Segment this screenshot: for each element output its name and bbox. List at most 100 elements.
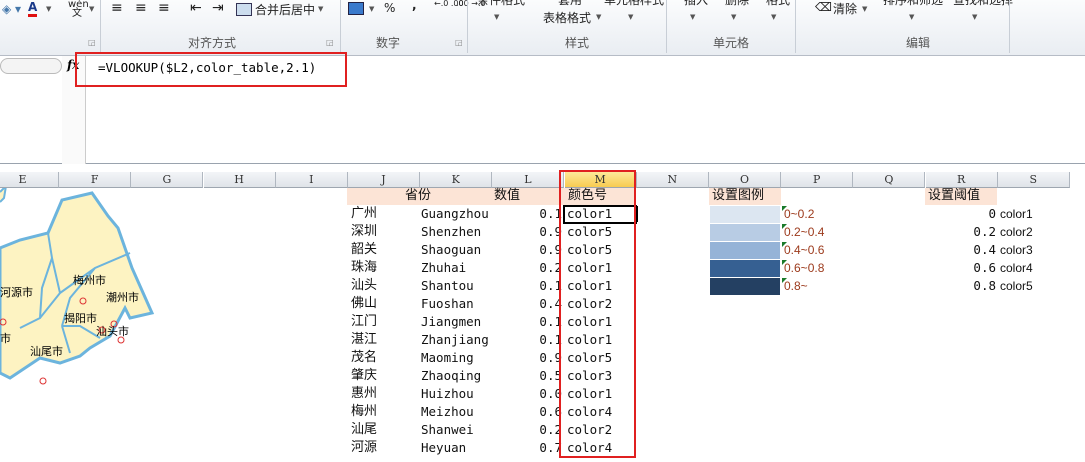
legend-range[interactable]: 0.6~0.8 bbox=[784, 259, 824, 277]
cell-province-cn[interactable]: 湛江 bbox=[351, 331, 377, 349]
column-header-N[interactable]: N bbox=[636, 172, 709, 188]
phonetic-icon[interactable]: wén 文 bbox=[68, 0, 89, 19]
cell-province-en[interactable]: Zhanjiang bbox=[421, 331, 491, 349]
threshold-value[interactable]: 0.2 bbox=[940, 223, 996, 241]
cell-value[interactable]: 0.9 bbox=[520, 223, 562, 241]
threshold-color[interactable]: color2 bbox=[1000, 223, 1033, 241]
cell-province-en[interactable]: Maoming bbox=[421, 349, 491, 367]
cell-value[interactable]: 0.1 bbox=[520, 205, 562, 223]
cell-province-en[interactable]: Shanwei bbox=[421, 421, 491, 439]
cell-province-cn[interactable]: 广州 bbox=[351, 205, 377, 223]
cell-value[interactable]: 0.7 bbox=[520, 439, 562, 457]
cell-value[interactable]: 0.6 bbox=[520, 403, 562, 421]
increase-decimal-button[interactable]: ←.0 .00 bbox=[434, 0, 464, 8]
cell-value[interactable]: 0.9 bbox=[520, 349, 562, 367]
font-color-icon[interactable]: A bbox=[28, 0, 38, 17]
cell-province-cn[interactable]: 梅州 bbox=[351, 403, 377, 421]
threshold-value[interactable]: 0.4 bbox=[940, 241, 996, 259]
column-header-Q[interactable]: Q bbox=[853, 172, 926, 188]
format-button[interactable]: 格式 bbox=[766, 0, 790, 8]
cell-province-en[interactable]: Jiangmen bbox=[421, 313, 491, 331]
column-header-J[interactable]: J bbox=[348, 172, 420, 188]
cell-province-cn[interactable]: 河源 bbox=[351, 439, 377, 457]
cell-province-cn[interactable]: 江门 bbox=[351, 313, 377, 331]
increase-indent-icon[interactable]: ⇥ bbox=[212, 0, 224, 16]
column-header-S[interactable]: S bbox=[997, 172, 1070, 188]
dialog-launcher-icon[interactable]: ◲ bbox=[455, 38, 463, 47]
cell-value[interactable]: 0.1 bbox=[520, 331, 562, 349]
cell-province-en[interactable]: Zhuhai bbox=[421, 259, 491, 277]
cell-value[interactable]: 0.0 bbox=[520, 385, 562, 403]
comma-button[interactable]: , bbox=[412, 0, 417, 12]
dialog-launcher-icon[interactable]: ◲ bbox=[326, 38, 334, 47]
cell-value[interactable]: 0.4 bbox=[520, 295, 562, 313]
column-header-P[interactable]: P bbox=[781, 172, 854, 188]
cell-province-en[interactable]: Huizhou bbox=[421, 385, 491, 403]
threshold-color[interactable]: color5 bbox=[1000, 277, 1033, 295]
column-header-H[interactable]: H bbox=[203, 172, 276, 188]
decrease-indent-icon[interactable]: ⇤ bbox=[190, 0, 202, 16]
cell-province-cn[interactable]: 珠海 bbox=[351, 259, 377, 277]
dialog-launcher-icon[interactable]: ◲ bbox=[88, 38, 96, 47]
sort-filter-button[interactable]: 排序和筛选 bbox=[883, 0, 943, 8]
cell-province-en[interactable]: Zhaoqing bbox=[421, 367, 491, 385]
clear-button[interactable]: 清除 bbox=[833, 0, 857, 17]
chevron-down-icon[interactable]: ▼ bbox=[89, 5, 94, 13]
cell-styles-button[interactable]: 单元格样式 bbox=[604, 0, 664, 8]
cell-value[interactable]: 0.2 bbox=[520, 259, 562, 277]
column-header-R[interactable]: R bbox=[925, 172, 998, 188]
column-header-I[interactable]: I bbox=[275, 172, 348, 188]
cell-province-cn[interactable]: 汕头 bbox=[351, 277, 377, 295]
delete-button[interactable]: 删除 bbox=[725, 0, 749, 8]
legend-range[interactable]: 0.8~ bbox=[784, 277, 808, 295]
align-right-icon[interactable]: ≡ bbox=[158, 0, 170, 16]
cell-value[interactable]: 0.2 bbox=[520, 421, 562, 439]
table-format-button[interactable]: 表格格式 bbox=[543, 9, 591, 26]
column-header-O[interactable]: O bbox=[709, 172, 781, 188]
column-header-F[interactable]: F bbox=[59, 172, 132, 188]
threshold-color[interactable]: color3 bbox=[1000, 241, 1033, 259]
cell-province-en[interactable]: Shaoguan bbox=[421, 241, 491, 259]
chevron-down-icon[interactable]: ▼ bbox=[46, 5, 51, 13]
align-center-icon[interactable]: ≡ bbox=[135, 0, 147, 16]
threshold-color[interactable]: color4 bbox=[1000, 259, 1033, 277]
merge-center-button[interactable]: 合并后居中 ▼ bbox=[236, 1, 323, 17]
cell-province-en[interactable]: Heyuan bbox=[421, 439, 491, 457]
insert-button[interactable]: 插入 bbox=[684, 0, 708, 8]
legend-range[interactable]: 0~0.2 bbox=[784, 205, 814, 223]
column-header-L[interactable]: L bbox=[492, 172, 565, 188]
cell-province-cn[interactable]: 佛山 bbox=[351, 295, 377, 313]
threshold-color[interactable]: color1 bbox=[1000, 205, 1033, 223]
threshold-value[interactable]: 0.6 bbox=[940, 259, 996, 277]
cell-province-cn[interactable]: 茂名 bbox=[351, 349, 377, 367]
cell-province-en[interactable]: Fuoshan bbox=[421, 295, 491, 313]
cell-province-en[interactable]: Shenzhen bbox=[421, 223, 491, 241]
threshold-value[interactable]: 0 bbox=[940, 205, 996, 223]
cell-province-cn[interactable]: 韶关 bbox=[351, 241, 377, 259]
cell-province-cn[interactable]: 汕尾 bbox=[351, 421, 377, 439]
cell-province-cn[interactable]: 深圳 bbox=[351, 223, 377, 241]
find-select-button[interactable]: 查找和选择 bbox=[953, 0, 1013, 8]
column-header-E[interactable]: E bbox=[0, 172, 59, 188]
name-box[interactable] bbox=[0, 58, 62, 74]
legend-range[interactable]: 0.2~0.4 bbox=[784, 223, 824, 241]
currency-icon[interactable] bbox=[348, 2, 364, 15]
cell-value[interactable]: 0.1 bbox=[520, 313, 562, 331]
cell-province-cn[interactable]: 肇庆 bbox=[351, 367, 377, 385]
cell-province-en[interactable]: Meizhou bbox=[421, 403, 491, 421]
column-header-K[interactable]: K bbox=[420, 172, 493, 188]
cell-value[interactable]: 0.9 bbox=[520, 241, 562, 259]
threshold-value[interactable]: 0.8 bbox=[940, 277, 996, 295]
chevron-down-icon[interactable]: ▼ bbox=[369, 5, 374, 13]
cell-value[interactable]: 0.5 bbox=[520, 367, 562, 385]
conditional-format-button[interactable]: 条件格式 bbox=[477, 0, 525, 8]
cell-province-en[interactable]: Guangzhou bbox=[421, 205, 491, 223]
cell-value[interactable]: 0.1 bbox=[520, 277, 562, 295]
cell-province-en[interactable]: Shantou bbox=[421, 277, 491, 295]
table-format-top[interactable]: 套用 bbox=[558, 0, 582, 8]
decrease-decimal-button[interactable]: .00 →.0 bbox=[456, 0, 486, 8]
fill-color-icon[interactable]: ◈ ▾ bbox=[2, 2, 21, 16]
align-left-icon[interactable]: ≡ bbox=[111, 0, 123, 16]
percent-button[interactable]: % bbox=[384, 1, 395, 15]
legend-range[interactable]: 0.4~0.6 bbox=[784, 241, 824, 259]
